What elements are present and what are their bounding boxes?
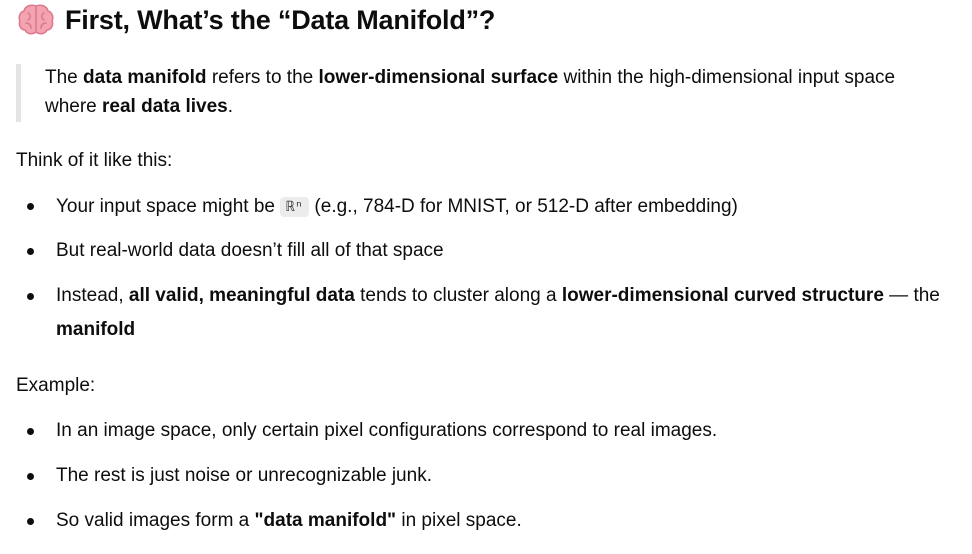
list-item: But real-world data doesn’t fill all of … — [56, 240, 444, 261]
text-span: in pixel space. — [396, 510, 522, 531]
blockquote: The data manifold refers to the lower-di… — [16, 64, 946, 122]
blockquote-text: The data manifold refers to the lower-di… — [45, 63, 945, 121]
bold-text: manifold — [56, 319, 136, 340]
bold-text: all valid, meaningful data — [128, 285, 355, 306]
list-item: The rest is just noise or unrecognizable… — [56, 465, 432, 486]
text-span: — the — [883, 285, 940, 306]
section-heading-text: First, What’s the “Data Manifold”? — [65, 4, 496, 35]
bullet-dot — [27, 293, 34, 300]
text-span: Instead, — [56, 285, 129, 306]
list-item: In an image space, only certain pixel co… — [56, 420, 718, 441]
paragraph-think: Think of it like this: — [16, 150, 173, 171]
inline-code: ℝⁿ — [280, 197, 310, 217]
text-span: (e.g., 784-D for MNIST, or 512-D after e… — [309, 196, 738, 217]
bullet-dot — [27, 473, 34, 480]
text-span: refers to the — [206, 67, 319, 88]
text-span: The — [45, 67, 84, 88]
bullet-dot — [27, 428, 34, 435]
bold-text: real data lives — [102, 96, 228, 117]
brain-icon — [18, 4, 54, 35]
bold-text: "data manifold" — [254, 510, 397, 531]
paragraph-example: Example: — [16, 375, 96, 396]
text-span: . — [227, 96, 234, 117]
text-span: So valid images form a — [56, 510, 255, 531]
bold-text: lower-dimensional surface — [318, 67, 559, 88]
section-heading: First, What’s the “Data Manifold”? — [18, 1, 495, 39]
text-span: Your input space might be — [56, 196, 281, 217]
list-item: Instead, all valid, meaningful data tend… — [56, 279, 966, 347]
bullet-dot — [27, 203, 34, 210]
bold-text: data manifold — [83, 67, 207, 88]
bullet-dot — [27, 518, 34, 525]
text-span: tends to cluster along a — [354, 285, 562, 306]
bullet-dot — [27, 248, 34, 255]
list-item: Your input space might be ℝⁿ (e.g., 784-… — [56, 190, 966, 225]
list-item: So valid images form a "data manifold" i… — [56, 504, 966, 538]
bold-text: lower-dimensional curved structure — [561, 285, 884, 306]
